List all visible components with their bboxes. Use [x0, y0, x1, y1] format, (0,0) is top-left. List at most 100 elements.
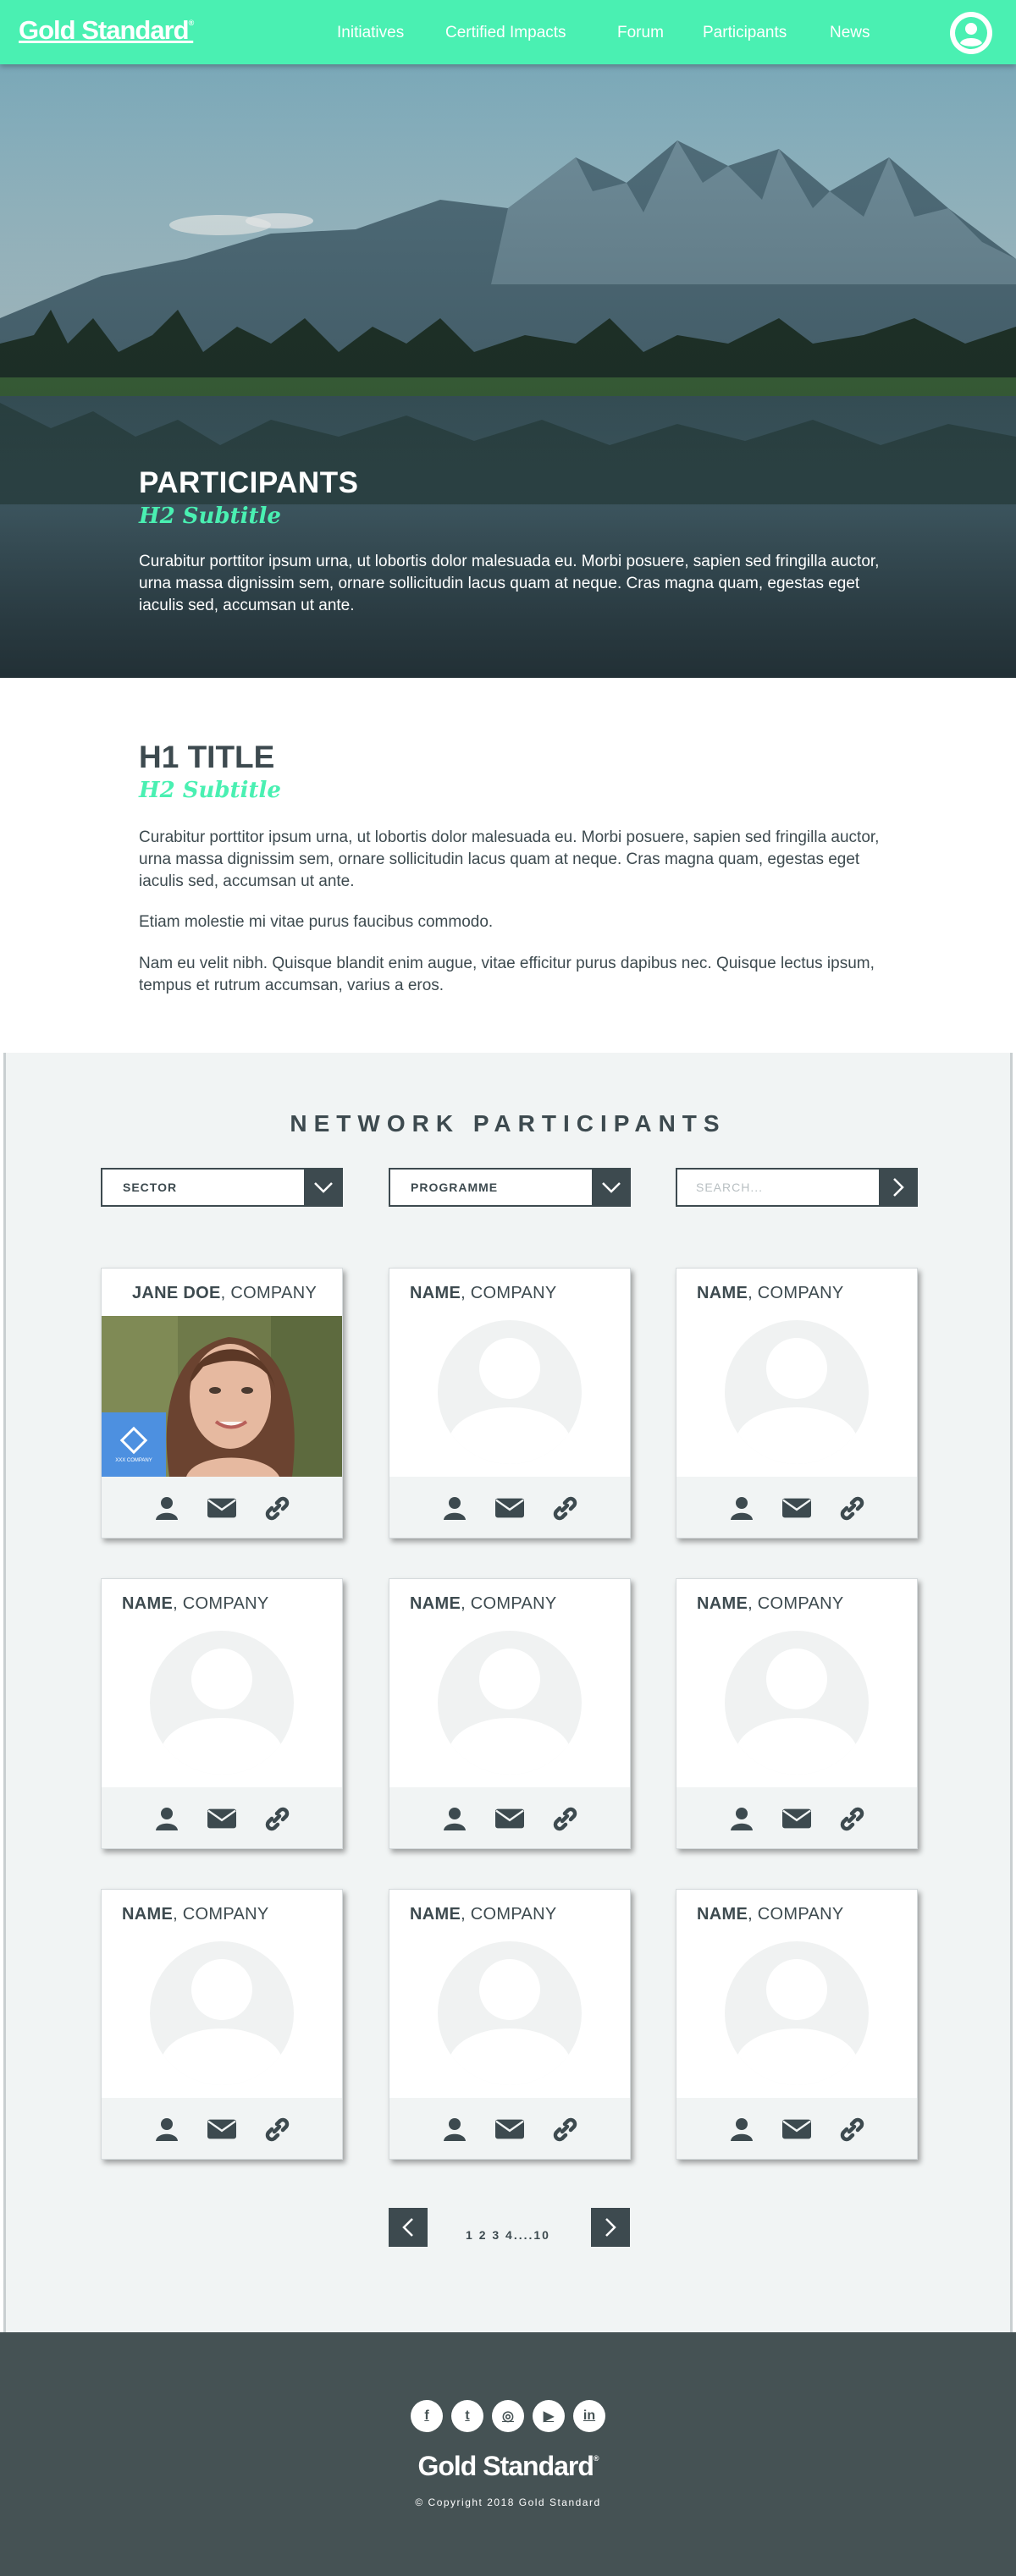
search-submit-button[interactable]	[879, 1168, 918, 1207]
link-icon[interactable]	[262, 2116, 291, 2142]
avatar-placeholder	[102, 1937, 342, 2098]
avatar-placeholder-icon	[438, 1320, 582, 1464]
profile-icon[interactable]	[727, 1806, 756, 1831]
mail-icon[interactable]	[207, 1495, 236, 1521]
avatar-placeholder	[676, 1937, 917, 2098]
link-icon[interactable]	[262, 1806, 291, 1831]
participant-card[interactable]: NAME, COMPANY	[676, 1578, 918, 1849]
participant-company: , COMPANY	[461, 1905, 557, 1924]
participant-card[interactable]: NAME, COMPANY	[101, 1578, 343, 1849]
participant-name: NAME, COMPANY	[122, 1594, 269, 1614]
participant-company: , COMPANY	[461, 1284, 557, 1302]
participant-name: NAME, COMPANY	[697, 1905, 844, 1924]
participant-name: NAME, COMPANY	[697, 1284, 844, 1303]
avatar-placeholder-icon	[438, 1631, 582, 1775]
instagram-icon[interactable]: ◎	[492, 2400, 524, 2432]
sector-dropdown[interactable]: SECTOR	[101, 1168, 343, 1207]
participant-card[interactable]: NAME, COMPANY	[389, 1889, 631, 2160]
link-icon[interactable]	[837, 2116, 866, 2142]
avatar-placeholder-icon	[150, 1941, 294, 2085]
company-badge: XXX COMPANY	[102, 1412, 166, 1477]
facebook-icon[interactable]: f	[411, 2400, 443, 2432]
participant-person-name: NAME	[410, 1594, 461, 1613]
nav-initiatives[interactable]: Initiatives	[337, 24, 404, 42]
participant-person-name: NAME	[122, 1905, 174, 1924]
intro-paragraph-1: Curabitur porttitor ipsum urna, ut lobor…	[139, 828, 880, 890]
mail-icon[interactable]	[207, 2116, 236, 2142]
profile-icon[interactable]	[440, 1806, 469, 1831]
mail-icon[interactable]	[495, 1806, 524, 1831]
nav-participants[interactable]: Participants	[703, 24, 787, 42]
participant-company: , COMPANY	[461, 1594, 557, 1613]
linkedin-icon[interactable]: in	[573, 2400, 605, 2432]
mail-icon[interactable]	[782, 1495, 811, 1521]
user-icon	[955, 17, 987, 49]
profile-icon[interactable]	[152, 2116, 181, 2142]
programme-dropdown[interactable]: PROGRAMME	[389, 1168, 631, 1207]
mail-icon[interactable]	[782, 2116, 811, 2142]
profile-icon[interactable]	[727, 2116, 756, 2142]
logo-text: Gold Standard	[19, 15, 190, 45]
profile-icon[interactable]	[727, 1495, 756, 1521]
link-icon[interactable]	[837, 1495, 866, 1521]
participant-name: NAME, COMPANY	[410, 1284, 557, 1303]
profile-icon[interactable]	[152, 1495, 181, 1521]
participant-company: , COMPANY	[173, 1594, 269, 1613]
profile-icon[interactable]	[440, 2116, 469, 2142]
link-icon[interactable]	[550, 2116, 579, 2142]
card-actions	[102, 1477, 342, 1538]
footer-logo[interactable]: Gold Standard®	[0, 2451, 1016, 2482]
link-icon[interactable]	[837, 1806, 866, 1831]
account-button[interactable]	[950, 12, 992, 54]
card-actions	[389, 1477, 630, 1538]
nav-forum[interactable]: Forum	[617, 24, 664, 42]
search-box	[676, 1168, 918, 1207]
participant-person-name: NAME	[697, 1594, 748, 1613]
profile-icon[interactable]	[440, 1495, 469, 1521]
participant-name: JANE DOE, COMPANY	[132, 1284, 317, 1303]
hero-body: Curabitur porttitor ipsum urna, ut lobor…	[139, 553, 880, 614]
avatar-placeholder-icon	[150, 1631, 294, 1775]
participant-card[interactable]: NAME, COMPANY	[676, 1268, 918, 1538]
logo[interactable]: Gold Standard®	[19, 15, 194, 46]
link-icon[interactable]	[550, 1495, 579, 1521]
chevron-down-icon	[602, 1182, 621, 1193]
mail-icon[interactable]	[207, 1806, 236, 1831]
youtube-icon[interactable]: ▶	[533, 2400, 565, 2432]
company-badge-text: XXX COMPANY	[115, 1458, 152, 1463]
participant-card[interactable]: NAME, COMPANY	[101, 1889, 343, 2160]
section-title: NETWORK PARTICIPANTS	[290, 1110, 726, 1137]
avatar-placeholder	[389, 1627, 630, 1787]
pagination-pages[interactable]: 1 2 3 4....10	[6, 2228, 1010, 2242]
participant-card[interactable]: NAME, COMPANY	[389, 1578, 631, 1849]
participant-person-name: NAME	[697, 1905, 748, 1924]
nav-certified-impacts[interactable]: Certified Impacts	[445, 24, 566, 42]
participant-card[interactable]: NAME, COMPANY	[676, 1889, 918, 2160]
participant-name: NAME, COMPANY	[122, 1905, 269, 1924]
participant-card[interactable]: NAME, COMPANY	[389, 1268, 631, 1538]
mail-icon[interactable]	[495, 1495, 524, 1521]
chevron-right-icon	[605, 2218, 616, 2237]
mail-icon[interactable]	[782, 1806, 811, 1831]
hero-subtitle: H2 Subtitle	[139, 504, 281, 529]
participant-name: NAME, COMPANY	[410, 1905, 557, 1924]
avatar-placeholder	[676, 1627, 917, 1787]
participant-card[interactable]: JANE DOE, COMPANY XXX COMPANY	[101, 1268, 343, 1538]
twitter-icon[interactable]: t	[451, 2400, 483, 2432]
search-input[interactable]	[696, 1178, 882, 1197]
participant-person-name: NAME	[410, 1905, 461, 1924]
link-icon[interactable]	[550, 1806, 579, 1831]
copyright: © Copyright 2018 Gold Standard	[415, 2496, 601, 2508]
intro-paragraph-2: Etiam molestie mi vitae purus faucibus c…	[139, 913, 494, 931]
sector-dropdown-button[interactable]	[304, 1168, 343, 1207]
link-icon[interactable]	[262, 1495, 291, 1521]
participant-person-name: JANE DOE	[132, 1284, 221, 1302]
intro-paragraph-3: Nam eu velit nibh. Quisque blandit enim …	[139, 955, 875, 994]
programme-dropdown-button[interactable]	[592, 1168, 631, 1207]
nav-news[interactable]: News	[830, 24, 870, 42]
avatar-placeholder	[389, 1937, 630, 2098]
avatar-placeholder-icon	[438, 1941, 582, 2085]
mail-icon[interactable]	[495, 2116, 524, 2142]
profile-icon[interactable]	[152, 1806, 181, 1831]
next-page-button[interactable]	[591, 2208, 630, 2247]
